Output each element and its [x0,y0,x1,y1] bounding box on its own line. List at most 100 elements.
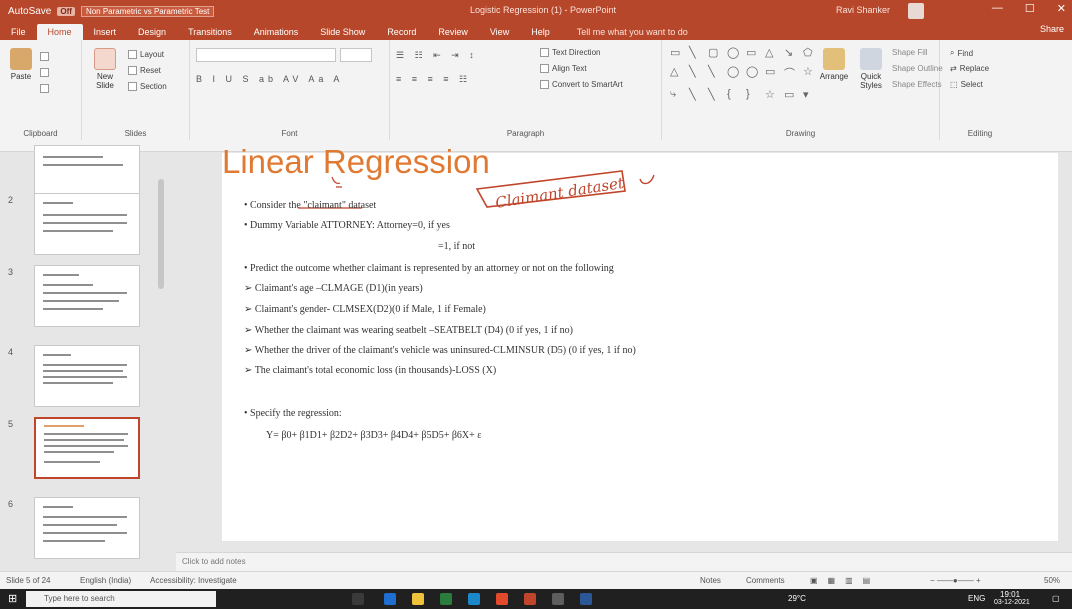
thumbnail-scrollbar[interactable] [156,153,166,571]
excel-icon[interactable] [440,593,452,605]
slide-thumbnail-selected[interactable] [34,417,140,479]
shapes-gallery[interactable]: ▭ ╲ ▢ ◯ ▭ △ ↘ ⬠ △ ╲ ╲ ◯ ◯ ▭ ⌒ ☆ ⤷ ╲ ╲{} ☆ ▭ ▾ [670,46,813,104]
maximize-button[interactable]: ☐ [1025,2,1035,15]
comments-toggle[interactable]: Comments [746,576,785,585]
slide-scrollbar[interactable] [1060,153,1072,571]
app-icon[interactable] [552,593,564,605]
tell-me-search[interactable]: Tell me what you want to do [561,24,688,40]
scrollbar-thumb[interactable] [158,179,164,289]
taskbar-search-input[interactable]: Type here to search [26,591,216,607]
ink-check [639,174,655,185]
slide-thumbnail[interactable] [34,345,140,407]
new-slide-button[interactable]: New Slide [88,48,122,90]
paragraph-align-buttons[interactable]: ≡ ≡ ≡ ≡ ☷ [396,74,471,85]
thumb-line [43,354,71,356]
quick-styles-button[interactable]: Quick Styles [854,48,888,90]
zoom-slider[interactable]: − ——●—— + [930,576,981,585]
section-button[interactable]: Section [128,82,167,91]
slide-bullet[interactable]: ➢ Claimant's gender- CLMSEX(D2)(0 if Mal… [244,304,486,315]
tab-review[interactable]: Review [427,24,479,40]
regression-equation[interactable]: Y= β0+ β1D1+ β2D2+ β3D3+ β4D4+ β5D5+ β6X… [266,430,481,441]
tab-help[interactable]: Help [520,24,561,40]
slide-bullet[interactable]: ➢ Claimant's age –CLMAGE (D1)(in years) [244,283,423,294]
thumbnail-row[interactable]: 4 [0,345,160,413]
file-explorer-icon[interactable] [412,593,424,605]
accessibility-status[interactable]: Accessibility: Investigate [150,576,237,585]
notifications-icon[interactable]: ▢ [1052,594,1060,603]
tab-animations[interactable]: Animations [243,24,310,40]
thumbnail-row[interactable]: 2 [0,193,160,261]
chrome-icon[interactable] [496,593,508,605]
find-button[interactable]: ⌕ Find [950,48,973,58]
replace-button[interactable]: ⇄ Replace [950,64,989,73]
tab-view[interactable]: View [479,24,520,40]
powerpoint-icon[interactable] [524,593,536,605]
slide-bullet[interactable]: ➢ Whether the claimant was wearing seatb… [244,325,573,336]
windows-start-icon[interactable]: ⊞ [8,592,17,605]
copy-button[interactable] [40,68,49,77]
ink-annotation: Claimant dataset [298,170,655,212]
text-direction-button[interactable]: Text Direction [540,48,600,57]
paste-button[interactable]: Paste [6,48,36,81]
tab-home[interactable]: Home [36,24,83,40]
slide-bullet[interactable]: ➢ Whether the driver of the claimant's v… [244,345,636,356]
minimize-button[interactable]: — [992,2,1003,15]
select-button[interactable]: ⬚ Select [950,80,983,89]
shape-fill-button[interactable]: Shape Fill [892,48,928,57]
reset-button[interactable]: Reset [128,66,161,75]
document-tab[interactable]: Non Parametric vs Parametric Test [80,5,215,17]
thumbnail-number: 4 [8,347,14,357]
edge-icon[interactable] [384,593,396,605]
thumb-line [43,300,119,302]
share-button[interactable]: Share [1040,24,1064,34]
store-icon[interactable] [468,593,480,605]
tab-record[interactable]: Record [376,24,427,40]
format-painter-button[interactable] [40,84,49,93]
cut-button[interactable] [40,52,49,61]
align-text-button[interactable]: Align Text [540,64,587,73]
weather-text[interactable]: 29°C [788,594,806,603]
clock-time[interactable]: 19:01 [1000,590,1020,599]
new-slide-label: New Slide [96,72,114,90]
clock-date[interactable]: 03-12-2021 [994,599,1030,606]
notes-toggle[interactable]: Notes [700,576,721,585]
slide-bullet[interactable]: • Dummy Variable ATTORNEY: Attorney=0, i… [244,220,450,231]
arrange-button[interactable]: Arrange [818,48,850,81]
view-buttons[interactable]: ▣▦▥▤ [810,576,880,585]
thumbnail-row[interactable]: 6 [0,497,160,565]
font-size-select[interactable] [340,48,372,62]
avatar[interactable] [908,3,924,19]
font-name-select[interactable] [196,48,336,62]
zoom-level[interactable]: 50% [1044,576,1060,585]
language-text[interactable]: ENG [968,594,985,603]
slide-thumbnail[interactable] [34,497,140,559]
slide-bullet[interactable]: ➢ The claimant's total economic loss (in… [244,365,496,376]
smartart-button[interactable]: Convert to SmartArt [540,80,623,89]
language-indicator[interactable]: English (India) [80,576,131,585]
tab-design[interactable]: Design [127,24,177,40]
paragraph-list-buttons[interactable]: ☰ ☷ ⇤ ⇥ ↕ [396,50,478,61]
account-name[interactable]: Ravi Shanker [836,5,890,15]
layout-button[interactable]: Layout [128,50,164,59]
thumbnail-row[interactable]: 3 [0,265,160,333]
shape-outline-button[interactable]: Shape Outline [892,64,943,73]
word-icon[interactable] [580,593,592,605]
task-view-icon[interactable] [352,593,364,605]
slide-bullet[interactable]: =1, if not [438,241,475,252]
tab-slide-show[interactable]: Slide Show [309,24,376,40]
slide-bullet[interactable]: • Predict the outcome whether claimant i… [244,263,614,274]
slide-thumbnail[interactable] [34,265,140,327]
close-button[interactable]: ✕ [1057,2,1066,15]
tab-file[interactable]: File [0,24,37,40]
notes-pane[interactable]: Click to add notes [176,552,1072,571]
slide-bullet[interactable]: • Consider the "claimant" dataset [244,200,376,211]
slide-thumbnail[interactable] [34,193,140,255]
tab-insert[interactable]: Insert [83,24,128,40]
tab-transitions[interactable]: Transitions [177,24,243,40]
thumbnail-row[interactable]: 5 [0,417,160,485]
shape-effects-button[interactable]: Shape Effects [892,80,942,89]
slide-bullet[interactable]: • Specify the regression: [244,408,342,419]
slide-canvas[interactable]: Linear Regression Claimant dataset • Con… [222,143,1058,541]
font-format-buttons[interactable]: B I U S ab AV Aa A [196,74,343,84]
autosave-toggle[interactable]: Off [57,6,75,16]
